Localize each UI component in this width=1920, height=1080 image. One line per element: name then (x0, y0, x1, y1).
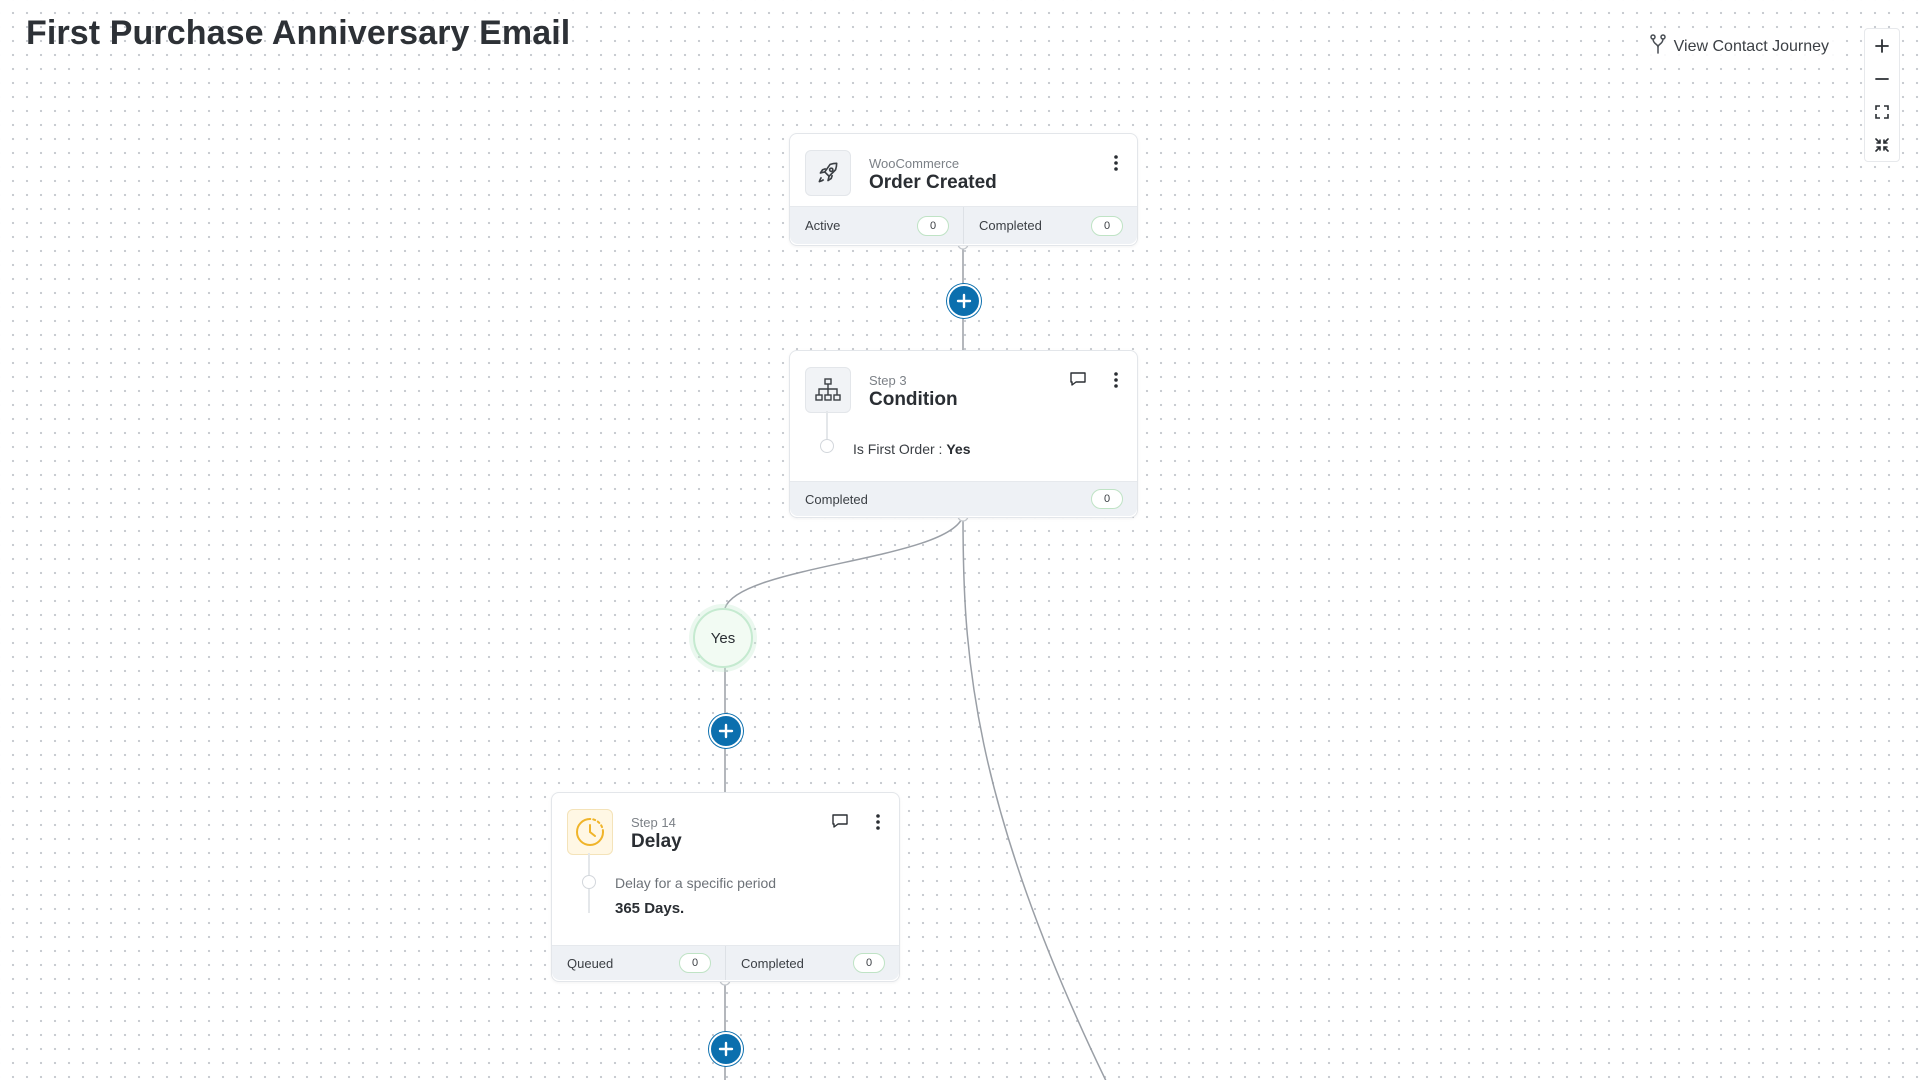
delay-title: Delay (631, 831, 682, 852)
stat-label: Queued (567, 955, 614, 971)
condition-note-button[interactable] (1069, 371, 1087, 392)
kebab-icon (1114, 155, 1118, 171)
condition-title: Condition (869, 389, 958, 410)
comment-icon (832, 814, 848, 828)
add-step-button[interactable] (947, 284, 981, 318)
trigger-icon-box (805, 150, 851, 196)
comment-icon (1070, 372, 1086, 386)
condition-node[interactable]: Step 3 Condition Is First Order : Yes Co… (789, 350, 1138, 518)
kebab-icon (1114, 372, 1118, 388)
plus-icon (718, 1041, 734, 1057)
delay-description: Delay for a specific period (615, 875, 777, 891)
stat-label: Completed (805, 491, 868, 507)
stat-count: 0 (679, 953, 711, 973)
condition-rule: Is First Order : Yes (853, 441, 970, 457)
trigger-node[interactable]: WooCommerce Order Created Active 0 Compl… (789, 133, 1138, 246)
condition-more-button[interactable] (1113, 371, 1119, 394)
condition-rule-label: Is First Order : (853, 441, 943, 457)
plus-icon (718, 723, 734, 739)
delay-subtitle: Step 14 (631, 815, 676, 830)
trigger-more-button[interactable] (1113, 154, 1119, 177)
condition-rule-dot (820, 439, 834, 453)
delay-note-button[interactable] (831, 813, 849, 834)
delay-icon-box (567, 809, 613, 855)
condition-icon-box (805, 367, 851, 413)
trigger-subtitle: WooCommerce (869, 156, 960, 171)
stat-count: 0 (1091, 489, 1123, 509)
add-step-button[interactable] (709, 714, 743, 748)
yes-branch-bubble[interactable]: Yes (693, 608, 753, 668)
stat-label: Completed (741, 955, 804, 971)
delay-queued-stat[interactable]: Queued 0 (552, 946, 725, 980)
condition-rule-value: Yes (946, 441, 971, 457)
delay-more-button[interactable] (875, 813, 881, 836)
add-step-button[interactable] (709, 1032, 743, 1066)
stat-count: 0 (853, 953, 885, 973)
stat-label: Active (805, 218, 841, 233)
rocket-icon (818, 162, 838, 183)
stat-count: 0 (1091, 215, 1123, 236)
hierarchy-icon (815, 378, 841, 401)
trigger-title: Order Created (869, 172, 997, 193)
trigger-completed-stat[interactable]: Completed 0 (963, 207, 1137, 244)
delay-completed-stat[interactable]: Completed 0 (725, 946, 899, 980)
connector-condition-yes (724, 515, 964, 609)
trigger-active-stat[interactable]: Active 0 (790, 207, 963, 244)
condition-completed-stat[interactable]: Completed 0 (790, 482, 1137, 516)
condition-subtitle: Step 3 (869, 373, 907, 388)
stat-count: 0 (917, 215, 949, 236)
stat-label: Completed (979, 218, 1042, 233)
delay-node[interactable]: Step 14 Delay Delay for a specific perio… (551, 792, 900, 982)
kebab-icon (876, 814, 880, 830)
connector-condition-no (962, 515, 1107, 1080)
condition-rail (826, 411, 828, 439)
clock-icon (576, 818, 604, 846)
delay-rule-dot (582, 875, 596, 889)
delay-value: 365 Days. (615, 900, 685, 917)
plus-icon (956, 293, 972, 309)
